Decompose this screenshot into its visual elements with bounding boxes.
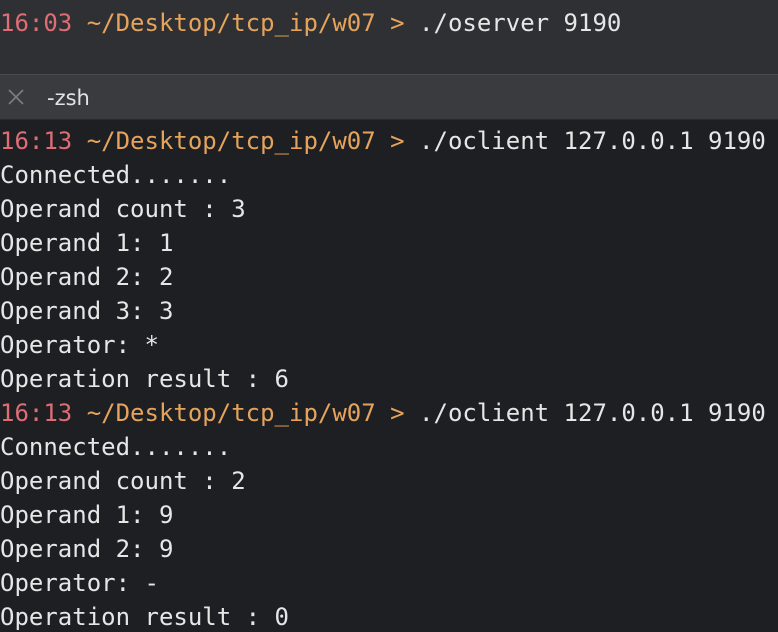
output-line: Operand 2: 2 — [0, 263, 174, 291]
output-line: Operation result : 0 — [0, 603, 289, 631]
terminal-output[interactable]: 16:13 ~/Desktop/tcp_ip/w07 > ./oclient 1… — [0, 124, 778, 632]
output-line: Connected....... — [0, 161, 232, 189]
prompt-command: ./oserver 9190 — [419, 9, 622, 37]
prompt-time: 16:03 — [0, 9, 73, 37]
prompt-path: ~/Desktop/tcp_ip/w07 — [86, 399, 376, 427]
shell-prompt-line: 16:03 ~/Desktop/tcp_ip/w07 > ./oserver 9… — [0, 6, 621, 40]
prompt-time: 16:13 — [0, 399, 73, 427]
previous-terminal-pane[interactable]: 16:03 ~/Desktop/tcp_ip/w07 > ./oserver 9… — [0, 0, 778, 74]
prompt-command: ./oclient 127.0.0.1 9190 — [419, 399, 766, 427]
output-line: Operand count : 2 — [0, 467, 246, 495]
prompt-time: 16:13 — [0, 127, 73, 155]
output-line: Operator: * — [0, 331, 159, 359]
output-line: Operator: - — [0, 569, 159, 597]
output-line: Operand 2: 9 — [0, 535, 174, 563]
prompt-arrow: > — [390, 127, 405, 155]
tab-title[interactable]: -zsh — [47, 84, 90, 112]
output-line: Operand 3: 3 — [0, 297, 174, 325]
shell-prompt-line: 16:13 ~/Desktop/tcp_ip/w07 > ./oclient 1… — [0, 396, 766, 430]
output-line: Operand 1: 1 — [0, 229, 174, 257]
prompt-arrow: > — [390, 9, 405, 37]
prompt-arrow: > — [390, 399, 405, 427]
prompt-command: ./oclient 127.0.0.1 9190 — [419, 127, 766, 155]
shell-prompt-line: 16:13 ~/Desktop/tcp_ip/w07 > ./oclient 1… — [0, 124, 766, 158]
output-line: Operand count : 3 — [0, 195, 246, 223]
output-line: Operand 1: 9 — [0, 501, 174, 529]
close-icon[interactable] — [6, 87, 26, 107]
prompt-path: ~/Desktop/tcp_ip/w07 — [86, 127, 376, 155]
terminal-tab-bar: -zsh — [0, 74, 778, 120]
prompt-path: ~/Desktop/tcp_ip/w07 — [86, 9, 376, 37]
output-line: Connected....... — [0, 433, 232, 461]
output-line: Operation result : 6 — [0, 365, 289, 393]
